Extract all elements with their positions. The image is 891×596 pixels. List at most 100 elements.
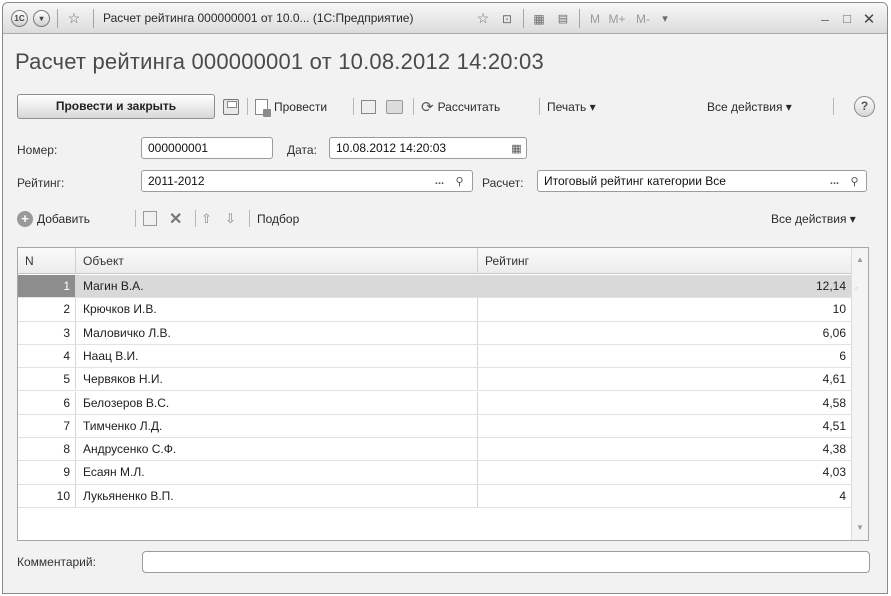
comment-field[interactable]	[142, 551, 870, 573]
table-row[interactable]: 9 Есаян М.Л. 4,03	[18, 461, 852, 485]
table-row[interactable]: 10 Лукьяненко В.П. 4	[18, 484, 852, 508]
memory-plus-button[interactable]: M+	[605, 3, 629, 34]
save-button[interactable]	[223, 94, 239, 119]
cell-rating[interactable]: 4,58	[478, 392, 852, 414]
rating-table[interactable]: N Объект Рейтинг 1 Магин В.А. 12,14 2 Крючко…	[17, 247, 869, 541]
cell-object[interactable]: Тимченко Л.Д.	[76, 414, 478, 438]
cell-object[interactable]: Магин В.А.	[76, 275, 478, 298]
add-label: Добавить	[37, 211, 91, 226]
post-button-label: Провести	[274, 99, 328, 114]
close-icon[interactable]: ✕	[859, 3, 879, 34]
cell-rating[interactable]: 4,38	[478, 438, 852, 460]
table-all-actions-button[interactable]: Все действия ▾	[771, 206, 856, 231]
divider	[135, 210, 136, 227]
table-row[interactable]: 7 Тимченко Л.Д. 4,51	[18, 414, 852, 439]
calc-select-button[interactable]: ...	[826, 172, 843, 190]
number-field[interactable]: 000000001	[141, 137, 273, 159]
move-down-button[interactable]: ⇩	[225, 206, 236, 231]
refresh-icon: ⟳	[421, 98, 434, 116]
move-up-button[interactable]: ⇧	[201, 206, 212, 231]
email-button[interactable]	[386, 94, 403, 119]
divider	[579, 9, 580, 28]
scroll-thumb[interactable]: ▫	[855, 284, 865, 294]
divider	[195, 210, 196, 227]
calc-field[interactable]: Итоговый рейтинг категории Все	[537, 170, 867, 192]
structure-button[interactable]	[361, 94, 376, 119]
favorite-star-icon[interactable]: ☆	[63, 3, 85, 34]
window-title: Расчет рейтинга 000000001 от 10.0... (1С…	[103, 11, 414, 25]
calculator-icon[interactable]: ▦	[529, 3, 549, 34]
date-value: 10.08.2012 14:20:03	[336, 141, 447, 155]
scroll-down-icon[interactable]: ▼	[852, 520, 868, 536]
cell-object[interactable]: Андрусенко С.Ф.	[76, 438, 478, 461]
cell-object[interactable]: Червяков Н.И.	[76, 368, 478, 391]
table-row[interactable]: 2 Крючков И.В. 10	[18, 298, 852, 322]
cell-rating[interactable]: 4,51	[478, 415, 852, 437]
column-header-object[interactable]: Объект	[76, 248, 478, 274]
add-row-button[interactable]: + Добавить	[17, 206, 90, 231]
cell-rating[interactable]: 12,14	[478, 275, 852, 297]
search-icon[interactable]: ⚲	[846, 172, 863, 190]
calculate-button[interactable]: ⟳ Рассчитать	[421, 94, 500, 119]
table-row[interactable]: 1 Магин В.А. 12,14	[18, 275, 852, 299]
maximize-icon[interactable]: □	[837, 3, 857, 34]
arrow-up-icon: ⇧	[201, 210, 212, 226]
cell-n: 6	[18, 391, 76, 414]
memory-m-button[interactable]: M	[586, 3, 604, 34]
star-outline-icon[interactable]: ☆	[473, 3, 493, 34]
print-menu-button[interactable]: Печать ▾	[547, 94, 596, 119]
hierarchy-icon	[361, 99, 376, 114]
divider	[523, 9, 524, 28]
vertical-scrollbar[interactable]: ▲ ▫ ▼	[851, 248, 868, 540]
all-actions-button[interactable]: Все действия ▾	[707, 94, 792, 119]
rating-label: Рейтинг:	[17, 176, 65, 190]
calculate-label: Рассчитать	[437, 99, 501, 114]
cell-object[interactable]: Есаян М.Л.	[76, 461, 478, 484]
cell-object[interactable]: Лукьяненко В.П.	[76, 484, 478, 507]
page-title: Расчет рейтинга 000000001 от 10.08.2012 …	[15, 49, 544, 74]
divider	[93, 9, 94, 28]
window-menu-button[interactable]: ▾	[33, 3, 50, 34]
scroll-up-icon[interactable]: ▲	[852, 252, 868, 268]
calendar-picker-icon[interactable]: ▦	[508, 139, 525, 157]
table-row[interactable]: 6 Белозеров В.С. 4,58	[18, 391, 852, 415]
date-label: Дата:	[287, 143, 317, 157]
cell-rating[interactable]: 4,61	[478, 368, 852, 390]
app-menu-button[interactable]: 1C	[11, 3, 28, 34]
divider	[833, 98, 834, 115]
cell-rating[interactable]: 10	[478, 298, 852, 320]
column-header-rating[interactable]: Рейтинг	[478, 248, 852, 274]
minimize-icon[interactable]: –	[815, 3, 835, 34]
rating-select-button[interactable]: ...	[431, 172, 448, 190]
help-button[interactable]: ?	[854, 96, 875, 117]
chevron-down-icon[interactable]: ▾	[657, 3, 673, 34]
table-row[interactable]: 3 Маловичко Л.В. 6,06	[18, 321, 852, 345]
cell-rating[interactable]: 6	[478, 345, 852, 367]
cell-rating[interactable]: 6,06	[478, 322, 852, 344]
date-field[interactable]: 10.08.2012 14:20:03	[329, 137, 527, 159]
cell-rating[interactable]: 4,03	[478, 461, 852, 483]
cell-object[interactable]: Белозеров В.С.	[76, 391, 478, 414]
memory-minus-button[interactable]: M-	[631, 3, 655, 34]
search-icon[interactable]: ⚲	[451, 172, 468, 190]
divider	[413, 98, 414, 115]
cell-object[interactable]: Крючков И.В.	[76, 298, 478, 321]
divider	[247, 98, 248, 115]
calendar-icon[interactable]: ▤	[553, 3, 573, 34]
bookmark-icon[interactable]: ⊡	[497, 3, 517, 34]
post-and-close-button[interactable]: Провести и закрыть	[17, 94, 215, 119]
table-row[interactable]: 8 Андрусенко С.Ф. 4,38	[18, 438, 852, 462]
cell-n: 9	[18, 461, 76, 484]
cell-rating[interactable]: 4	[478, 485, 852, 507]
cell-object[interactable]: Наац В.И.	[76, 344, 478, 368]
delete-row-button[interactable]: ✕	[169, 206, 182, 231]
column-header-n[interactable]: N	[18, 248, 76, 274]
table-row[interactable]: 4 Наац В.И. 6	[18, 344, 852, 369]
cell-object[interactable]: Маловичко Л.В.	[76, 321, 478, 344]
pick-button[interactable]: Подбор	[257, 206, 299, 231]
copy-row-button[interactable]	[143, 206, 157, 231]
table-row[interactable]: 5 Червяков Н.И. 4,61	[18, 368, 852, 392]
rating-field[interactable]: 2011-2012	[141, 170, 473, 192]
post-button[interactable]: Провести	[255, 94, 327, 119]
copy-icon	[143, 211, 157, 226]
